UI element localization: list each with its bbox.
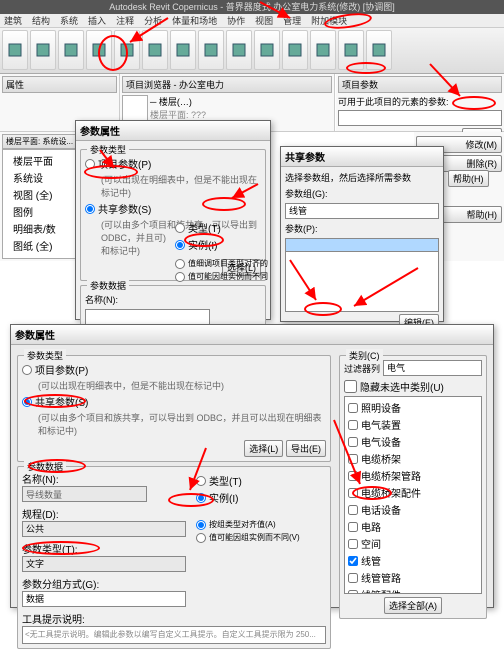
category-list[interactable]: 照明设备电气装置电气设备电缆桥架电缆桥架管路电缆桥架配件电话设备电路空间线管线管… (344, 396, 482, 594)
tooltip-box: <无工具提示说明。编辑此参数以编写自定义工具提示。自定义工具提示限为 250..… (22, 626, 326, 644)
cat-item[interactable]: 电话设备 (347, 501, 479, 518)
combo-ptype2[interactable]: 文字 (22, 556, 186, 572)
radio-type2[interactable] (196, 476, 206, 486)
combo-filter[interactable]: 电气 (383, 360, 482, 376)
cat-item[interactable]: 电路 (347, 518, 479, 535)
ribbon-btn[interactable] (366, 30, 392, 70)
btn-export[interactable]: 导出(E) (286, 440, 326, 457)
ribbon-btn[interactable] (254, 30, 280, 70)
tab[interactable]: 视图 (255, 14, 273, 27)
radio-shared2[interactable] (22, 397, 32, 407)
chk-hide[interactable] (344, 380, 357, 393)
browser-header: 项目浏览器 - 办公室电力 (122, 76, 332, 93)
ribbon-btn[interactable] (198, 30, 224, 70)
radio-inst2[interactable] (196, 493, 206, 503)
combo-pgroup[interactable]: 线管 (285, 203, 439, 219)
radio-proj[interactable] (85, 159, 95, 169)
ribbon-btn[interactable] (310, 30, 336, 70)
combo-group2[interactable]: 数据 (22, 591, 186, 607)
tab[interactable]: 分析 (144, 14, 162, 27)
dlg3-title: 参数属性 (11, 325, 493, 345)
cat-item[interactable]: 线管 (347, 552, 479, 569)
tab[interactable]: 结构 (32, 14, 50, 27)
tab[interactable]: 体量和场地 (172, 14, 217, 27)
tab[interactable]: 建筑 (4, 14, 22, 27)
cat-item[interactable]: 线管配件 (347, 586, 479, 594)
btn-select2[interactable]: 选择(L) (244, 440, 283, 457)
tab[interactable]: 协作 (227, 14, 245, 27)
ribbon-btn[interactable] (86, 30, 112, 70)
ribbon-btn[interactable] (142, 30, 168, 70)
dlg-shared-param: 共享参数 选择参数组，然后选择所需参数 参数组(G): 线管 参数(P): 编辑… (280, 146, 444, 322)
dlg1-title: 参数属性 (76, 121, 270, 141)
ribbon-btn[interactable] (226, 30, 252, 70)
ribbon (0, 28, 504, 74)
ribbon-btn[interactable] (338, 30, 364, 70)
proj-param-header: 项目参数 (338, 76, 502, 93)
cat-item[interactable]: 电缆桥架 (347, 450, 479, 467)
radio-type[interactable] (175, 223, 185, 233)
fld-name2 (22, 486, 147, 502)
ribbon-btn[interactable] (170, 30, 196, 70)
combo-disc2[interactable]: 公共 (22, 521, 186, 537)
param-list-selected[interactable] (285, 238, 439, 252)
cat-item[interactable]: 电气装置 (347, 416, 479, 433)
tab[interactable]: 插入 (88, 14, 106, 27)
dlg-param-props-2: 参数属性 参数类型 项目参数(P) (可以出现在明细表中，但是不能出现在标记中)… (10, 324, 494, 608)
tab[interactable]: 管理 (283, 14, 301, 27)
tab[interactable]: 附加模块 (311, 14, 347, 27)
btn-select-all[interactable]: 选择全部(A) (384, 597, 442, 614)
ribbon-btn[interactable] (114, 30, 140, 70)
radio-shared[interactable] (85, 204, 95, 214)
cat-item[interactable]: 线管管路 (347, 569, 479, 586)
cat-item[interactable]: 电缆桥架管路 (347, 467, 479, 484)
radio-inst[interactable] (175, 240, 185, 250)
ribbon-btn[interactable] (2, 30, 28, 70)
dlg2-title: 共享参数 (281, 147, 443, 167)
ribbon-btn[interactable] (58, 30, 84, 70)
app-titlebar: Autodesk Revit Copernicus - 普界器度式 办公室电力系… (0, 0, 504, 14)
btn-help2[interactable]: 帮助(H) (448, 170, 489, 187)
radio-proj2[interactable] (22, 365, 32, 375)
proj-param-hint: 可用于此项目的元素的参数: (338, 95, 502, 108)
tab[interactable]: 注释 (116, 14, 134, 27)
cat-item[interactable]: 空间 (347, 535, 479, 552)
ribbon-tabs: 建筑 结构 系统 插入 注释 分析 体量和场地 协作 视图 管理 附加模块 (0, 14, 504, 28)
cat-item[interactable]: 电气设备 (347, 433, 479, 450)
ribbon-btn[interactable] (282, 30, 308, 70)
tab[interactable]: 系统 (60, 14, 78, 27)
cat-item[interactable]: 照明设备 (347, 399, 479, 416)
properties-header: 属性 (2, 76, 117, 93)
ribbon-btn[interactable] (30, 30, 56, 70)
cat-item[interactable]: 电缆桥架配件 (347, 484, 479, 501)
